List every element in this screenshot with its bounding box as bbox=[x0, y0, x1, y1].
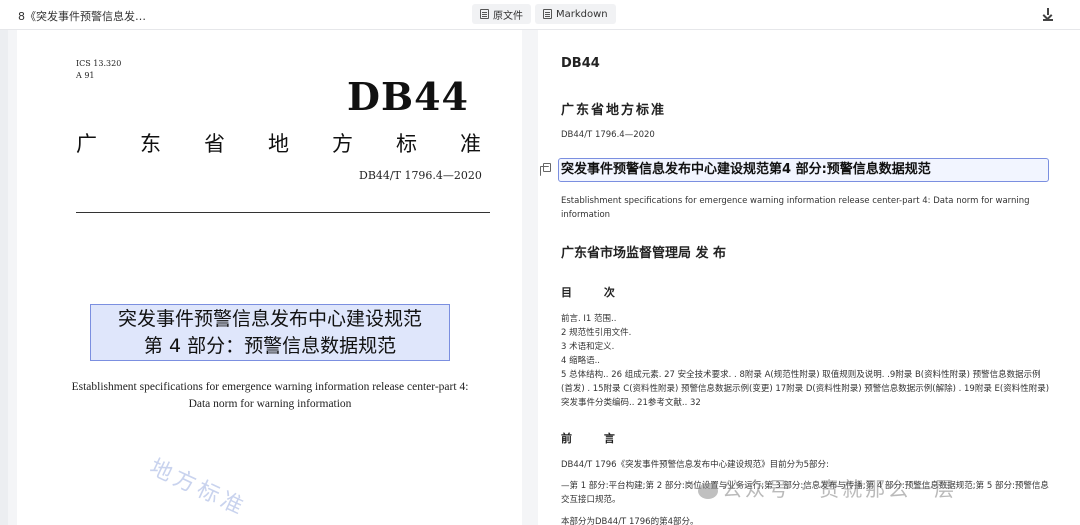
gd-char: 广 bbox=[76, 132, 97, 156]
md-toc: 前言. I1 范围.. 2 规范性引用文件. 3 术语和定义. 4 缩略语.. … bbox=[561, 312, 1051, 410]
tab-markdown-label: Markdown bbox=[556, 8, 608, 20]
title-line-1: 突发事件预警信息发布中心建设规范 bbox=[117, 308, 422, 330]
markdown-file-icon bbox=[543, 9, 552, 19]
left-scrollbar[interactable] bbox=[0, 30, 8, 525]
right-scrollbar[interactable] bbox=[1068, 30, 1080, 525]
markdown-preview: DB44 广东省地方标准 DB44/T 1796.4—2020 突发事件预警信息… bbox=[538, 30, 1068, 525]
gd-char: 省 bbox=[204, 132, 225, 156]
wechat-logo-icon bbox=[698, 482, 718, 499]
tab-markdown[interactable]: Markdown bbox=[535, 4, 616, 24]
tab-original-file[interactable]: 原文件 bbox=[472, 4, 531, 24]
top-bar: 8《突发事件预警信息发… 原文件 Markdown bbox=[0, 0, 1080, 30]
toc-item: 4 缩略语.. bbox=[561, 356, 601, 366]
md-toc-heading: 目 次 bbox=[561, 286, 629, 299]
guangdong-local-standard: 广 东 省 地 方 标 准 bbox=[76, 128, 481, 158]
english-title: Establishment specifications for emergen… bbox=[71, 381, 469, 410]
toc-item: 3 术语和定义. bbox=[561, 342, 615, 352]
md-english-title: Establishment specifications for emergen… bbox=[561, 196, 1030, 220]
gd-char: 东 bbox=[140, 132, 161, 156]
watermark-text: 公众号 · 责就那么一层 bbox=[722, 477, 958, 501]
md-title-highlighted[interactable]: 突发事件预警信息发布中心建设规范第4 部分:预警信息数据规范 bbox=[558, 158, 1049, 182]
ics-code: ICS 13.320 A 91 bbox=[76, 58, 121, 82]
gd-char: 地 bbox=[268, 132, 289, 156]
md-preface-paragraph: DB44/T 1796《突发事件预警信息发布中心建设规范》目前分为5部分: bbox=[561, 460, 829, 470]
md-standard-number: DB44/T 1796.4—2020 bbox=[561, 130, 655, 140]
gd-char: 标 bbox=[396, 132, 417, 156]
title-line-2: 第 4 部分：预警信息数据规范 bbox=[143, 335, 397, 357]
divider bbox=[76, 212, 490, 213]
watermark-overlay: 公众号 · 责就那么一层 bbox=[698, 473, 957, 502]
classification-code: A 91 bbox=[76, 71, 95, 80]
copy-icon[interactable] bbox=[540, 163, 551, 176]
gd-char: 方 bbox=[332, 132, 353, 156]
md-preface-paragraph: 本部分为DB44/T 1796的第4部分。 bbox=[561, 517, 699, 525]
gd-char: 准 bbox=[460, 132, 481, 156]
md-db44: DB44 bbox=[561, 56, 600, 71]
db44-heading: DB44 bbox=[347, 74, 469, 119]
md-preface-heading: 前 言 bbox=[561, 432, 629, 445]
download-icon[interactable] bbox=[1040, 6, 1056, 22]
ics-number: ICS 13.320 bbox=[76, 59, 122, 68]
file-icon bbox=[480, 9, 489, 19]
original-document-page: ICS 13.320 A 91 DB44 广 东 省 地 方 标 准 DB44/… bbox=[17, 30, 522, 525]
md-issuer: 广东省市场监督管理局 发 布 bbox=[561, 246, 727, 261]
watermark: 地方标准 bbox=[145, 454, 251, 522]
toc-item: 前言. I1 范围.. bbox=[561, 314, 617, 324]
toc-item: 5 总体结构.. 26 组成元素. 27 安全技术要求. . 8附录 A(规范性… bbox=[561, 370, 1050, 408]
document-title: 8《突发事件预警信息发… bbox=[18, 10, 146, 23]
md-gd-standard: 广东省地方标准 bbox=[561, 103, 667, 118]
standard-number: DB44/T 1796.4—2020 bbox=[359, 169, 482, 182]
toc-item: 2 规范性引用文件. bbox=[561, 328, 632, 338]
highlighted-title[interactable]: 突发事件预警信息发布中心建设规范 第 4 部分：预警信息数据规范 bbox=[90, 304, 450, 361]
tab-original-file-label: 原文件 bbox=[493, 10, 523, 22]
